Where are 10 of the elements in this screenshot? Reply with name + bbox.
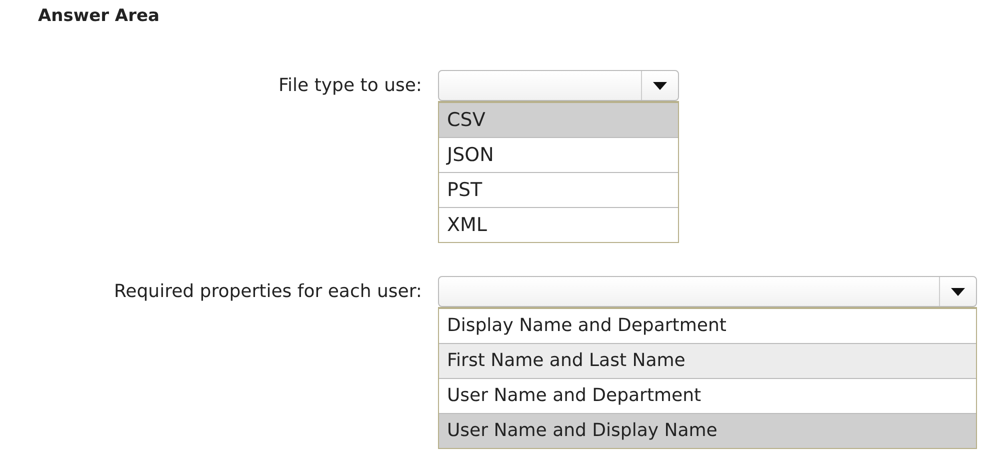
dropdown-field[interactable] xyxy=(438,70,679,101)
dropdown-option[interactable]: CSV xyxy=(439,103,678,137)
dropdown-arrow-icon[interactable] xyxy=(653,82,667,90)
dropdown-field[interactable] xyxy=(438,276,977,307)
question-label: Required properties for each user: xyxy=(114,281,422,302)
question-label: File type to use: xyxy=(278,75,422,96)
answer-area-title: Answer Area xyxy=(37,5,160,28)
dropdown-option[interactable]: User Name and Display Name xyxy=(439,413,976,448)
dropdown-arrow-icon[interactable] xyxy=(951,288,965,296)
dropdown-option[interactable]: First Name and Last Name xyxy=(439,343,976,378)
